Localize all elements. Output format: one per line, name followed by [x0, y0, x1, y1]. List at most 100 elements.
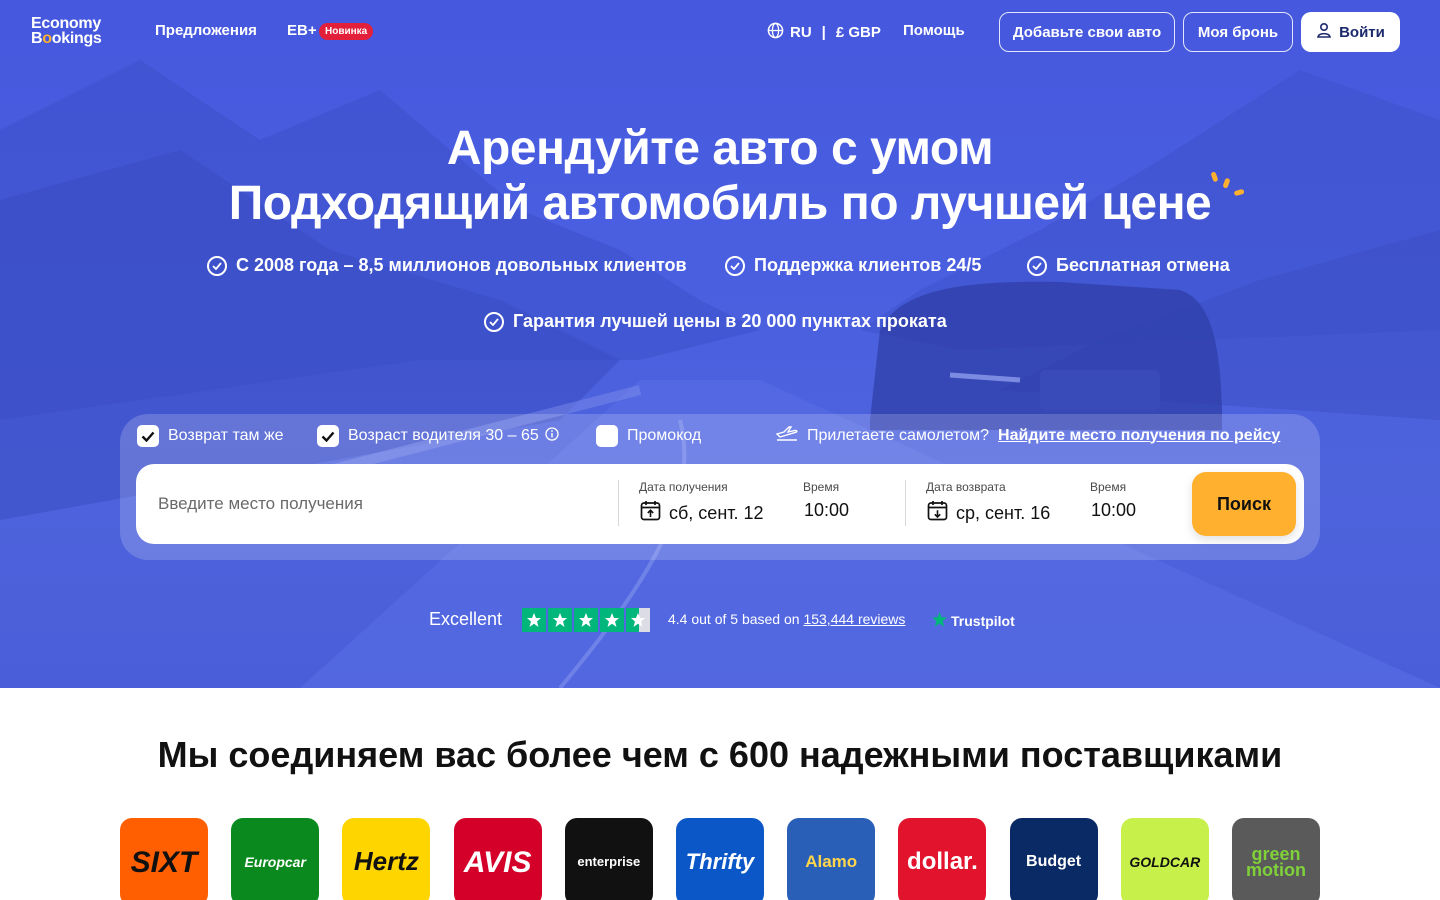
divider — [905, 480, 906, 526]
supplier-logo-alamo[interactable]: Alamo — [787, 818, 876, 900]
driver-age-option[interactable]: Возраст водителя 30 – 65 — [317, 425, 559, 447]
supplier-logo-label: AVIS — [463, 845, 532, 879]
divider: | — [821, 24, 826, 41]
economy-bookings-logo[interactable]: Economy Bookings — [31, 16, 102, 47]
sparkle-icon — [1208, 170, 1250, 207]
return-time-value: 10:00 — [1091, 500, 1137, 520]
supplier-logo-label: Alamo — [805, 852, 858, 872]
promo-checkbox[interactable] — [596, 425, 618, 447]
supplier-logo-hertz[interactable]: Hertz — [342, 818, 431, 900]
help-link[interactable]: Помощь — [903, 22, 965, 39]
trustpilot-stars — [522, 608, 650, 632]
promo-option[interactable]: Промокод — [596, 425, 701, 447]
return-date-field[interactable]: ср, сент. 16 — [927, 500, 1050, 526]
feature-text: Поддержка клиентов 24/5 — [754, 255, 982, 275]
supplier-logo-label: Europcar — [244, 853, 306, 870]
return-same-checkbox[interactable] — [137, 425, 159, 447]
supplier-logo-label: GOLDCAR — [1129, 853, 1201, 870]
feature-free-cancel: Бесплатная отмена — [1027, 255, 1230, 276]
feature-best-price: Гарантия лучшей цены в 20 000 пунктах пр… — [484, 311, 947, 332]
supplier-logo-green-motion[interactable]: green motion — [1232, 818, 1320, 900]
supplier-logo-budget[interactable]: Budget — [1009, 818, 1098, 900]
my-booking-button[interactable]: Моя бронь — [1183, 12, 1293, 52]
return-time-field[interactable]: 10:00 — [1091, 500, 1136, 521]
supplier-logo-goldcar[interactable]: GOLDCAR — [1120, 818, 1209, 900]
supplier-logo-label: enterprise — [577, 854, 641, 870]
supplier-logo-avis[interactable]: AVIS — [453, 818, 542, 900]
feature-text: С 2008 года – 8,5 миллионов довольных кл… — [236, 255, 687, 275]
language-label: RU — [790, 24, 812, 41]
trustpilot-excellent: Excellent — [429, 609, 503, 629]
supplier-logo-enterprise[interactable]: enterprise — [564, 818, 653, 900]
supplier-logo-label: Budget — [1026, 852, 1082, 870]
login-label: Войти — [1339, 23, 1385, 41]
add-car-button[interactable]: Добавьте свои авто — [999, 12, 1175, 52]
supplier-logo-dollar[interactable]: dollar. — [898, 818, 987, 900]
trustpilot-brand-label: Trustpilot — [951, 613, 1015, 629]
calendar-down-icon — [927, 500, 948, 526]
supplier-logo-label: green motion — [1246, 843, 1306, 880]
flight-search-option: Прилетаете самолетом? Найдите место полу… — [775, 425, 1280, 446]
star-icon — [574, 608, 598, 632]
supplier-logo-label: dollar. — [907, 848, 978, 876]
supplier-logo-europcar[interactable]: Europcar — [231, 818, 320, 900]
airplane-icon — [775, 425, 798, 446]
star-icon — [600, 608, 624, 632]
return-date-value: ср, сент. 16 — [956, 502, 1051, 523]
supplier-logo-sixt[interactable]: SIXT — [120, 818, 208, 900]
flight-search-link[interactable]: Найдите место получения по рейсу — [998, 427, 1280, 445]
user-icon — [1316, 22, 1332, 42]
calendar-up-icon — [640, 500, 661, 526]
pickup-date-label: Дата получения — [639, 480, 728, 494]
login-button[interactable]: Войти — [1301, 12, 1400, 52]
pickup-date-value: сб, сент. 12 — [669, 502, 764, 523]
star-icon — [522, 608, 546, 632]
return-same-label: Возврат там же — [168, 427, 284, 444]
pickup-time-field[interactable]: 10:00 — [804, 500, 849, 521]
feature-since-2008: С 2008 года – 8,5 миллионов довольных кл… — [207, 255, 687, 276]
trustpilot-logo[interactable]: Trustpilot — [931, 611, 1015, 631]
star-half-icon — [626, 608, 650, 632]
trustpilot-star-icon — [931, 611, 948, 631]
reviews-link[interactable]: 153,444 reviews — [803, 611, 905, 627]
flight-question-label: Прилетаете самолетом? — [807, 426, 990, 444]
check-circle-icon — [484, 311, 504, 332]
check-circle-icon — [1027, 255, 1047, 276]
currency-label: £ GBP — [835, 24, 881, 41]
pickup-location-input[interactable] — [158, 482, 598, 526]
globe-icon — [767, 22, 784, 43]
star-icon — [548, 608, 572, 632]
supplier-logo-thrifty[interactable]: Thrifty — [676, 818, 764, 900]
feature-support: Поддержка клиентов 24/5 — [725, 255, 981, 276]
return-date-label: Дата возврата — [926, 480, 1006, 494]
trustpilot-rating-text: 4.4 out of 5 based on 153,444 reviews — [668, 611, 905, 627]
feature-text: Бесплатная отмена — [1056, 255, 1230, 275]
check-circle-icon — [725, 255, 745, 276]
info-icon[interactable] — [545, 426, 559, 446]
supplier-logo-label: Thrifty — [685, 849, 755, 875]
driver-age-checkbox[interactable] — [317, 425, 339, 447]
pickup-time-value: 10:00 — [804, 500, 850, 520]
hero-section — [0, 0, 1440, 688]
promo-label: Промокод — [627, 427, 702, 444]
pickup-date-field[interactable]: сб, сент. 12 — [640, 500, 764, 526]
feature-text: Гарантия лучшей цены в 20 000 пунктах пр… — [513, 311, 947, 331]
driver-age-label: Возраст водителя 30 – 65 — [348, 427, 539, 444]
site-header: Economy Bookings Предложения EB+ Новинка… — [0, 0, 1440, 64]
language-currency-selector[interactable]: RU | £ GBP — [767, 22, 881, 43]
search-button[interactable]: Поиск — [1192, 472, 1296, 536]
supplier-logo-label: SIXT — [130, 845, 198, 879]
return-same-option[interactable]: Возврат там же — [137, 425, 284, 447]
rating-text: 4.4 out of 5 based on — [668, 611, 800, 627]
suppliers-title: Мы соединяем вас более чем с 600 надежны… — [157, 734, 1283, 775]
return-time-label: Время — [1090, 480, 1127, 494]
hero-title-line1: Арендуйте авто с умом — [446, 122, 994, 175]
divider — [618, 480, 619, 526]
pickup-time-label: Время — [803, 480, 840, 494]
check-circle-icon — [207, 255, 227, 276]
nav-eb-plus-link[interactable]: EB+ — [287, 22, 317, 39]
nav-offers-link[interactable]: Предложения — [155, 22, 257, 39]
new-badge: Новинка — [319, 23, 374, 40]
hero-background-image — [0, 0, 1440, 688]
supplier-logo-label: Hertz — [353, 846, 419, 877]
